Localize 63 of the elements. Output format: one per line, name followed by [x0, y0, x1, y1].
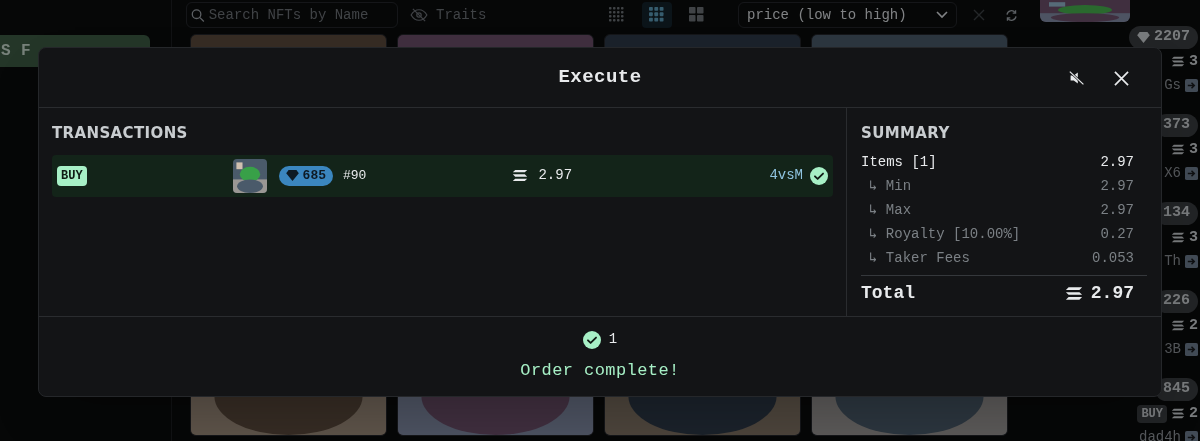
summary-label: ↳ Min: [868, 177, 912, 196]
price-text: 3: [1189, 139, 1198, 160]
wallet-text: 4vsM: [769, 166, 803, 185]
buy-badge: BUY: [57, 165, 87, 186]
section-heading: TRANSACTIONS: [52, 123, 189, 144]
arrow-right-icon[interactable]: [1185, 343, 1198, 356]
owner-text: dad4h: [1139, 428, 1181, 441]
transaction-row[interactable]: BUY 685 #90 2.97 4vsM: [52, 154, 833, 197]
view-toggle[interactable]: [642, 2, 672, 28]
owner-text: X6: [1164, 164, 1181, 183]
summary-label: ↳ Max: [868, 201, 912, 220]
dialog-title: Execute: [558, 65, 642, 91]
sol-icon: [1171, 408, 1185, 420]
sol-icon: [1171, 56, 1185, 68]
rank-badge: 685: [278, 165, 333, 186]
diamond-icon: [285, 170, 299, 181]
search-icon: [191, 7, 205, 23]
summary-value: 0.27: [1100, 225, 1134, 244]
sol-icon: [1064, 286, 1083, 301]
check-icon: [582, 330, 601, 349]
close-icon: [1113, 70, 1129, 86]
rank-badge: 2207: [1129, 26, 1198, 49]
total-label: Total: [861, 282, 915, 305]
completed-count: 1: [608, 330, 618, 350]
section-heading: SUMMARY: [861, 123, 951, 144]
eye-off-icon: [410, 8, 428, 22]
owner-text: Gs: [1164, 76, 1181, 95]
summary-label: ↳ Taker Fees: [868, 249, 970, 268]
status-message: Order complete!: [520, 360, 680, 383]
summary-value: 0.053: [1092, 249, 1134, 268]
grid-icon: [609, 7, 625, 23]
owner-text: Th: [1164, 252, 1181, 271]
buy-badge: BUY: [1137, 404, 1167, 423]
token-id: #90: [343, 166, 367, 185]
arrow-right-icon[interactable]: [1185, 79, 1198, 92]
summary-value: 2.97: [1100, 201, 1134, 220]
summary-value: 2.97: [1100, 177, 1134, 196]
sort-select[interactable]: price (low to high): [738, 2, 957, 28]
grid-icon: [689, 7, 705, 23]
owner-text: 3B: [1164, 340, 1181, 359]
total-value: 2.97: [1090, 282, 1134, 305]
price-text: 2: [1189, 403, 1198, 424]
sol-icon: [1171, 144, 1185, 156]
arrow-right-icon[interactable]: [1185, 255, 1198, 268]
diamond-icon: [1137, 31, 1150, 43]
chevron-down-icon: [936, 11, 948, 19]
summary-label: Items [1]: [861, 153, 937, 172]
summary-label: ↳ Royalty [10.00%]: [868, 225, 1021, 244]
close-icon: [973, 9, 985, 21]
summary-value: 2.97: [1100, 153, 1134, 172]
price-text: 3: [1189, 51, 1198, 72]
grid-icon: [649, 7, 665, 23]
price-text: 2: [1189, 315, 1198, 336]
refresh-icon: [1004, 8, 1018, 22]
close-button[interactable]: [1111, 68, 1131, 88]
price-text: 3: [1189, 227, 1198, 248]
sol-icon: [1171, 232, 1185, 244]
sol-icon: [1171, 320, 1185, 332]
arrow-right-icon[interactable]: [1185, 167, 1198, 180]
arrow-right-icon[interactable]: [1185, 431, 1198, 441]
sol-icon: [512, 169, 529, 182]
search-field[interactable]: Search NFTs by Name: [186, 2, 398, 28]
price-text: 2.97: [538, 166, 573, 185]
